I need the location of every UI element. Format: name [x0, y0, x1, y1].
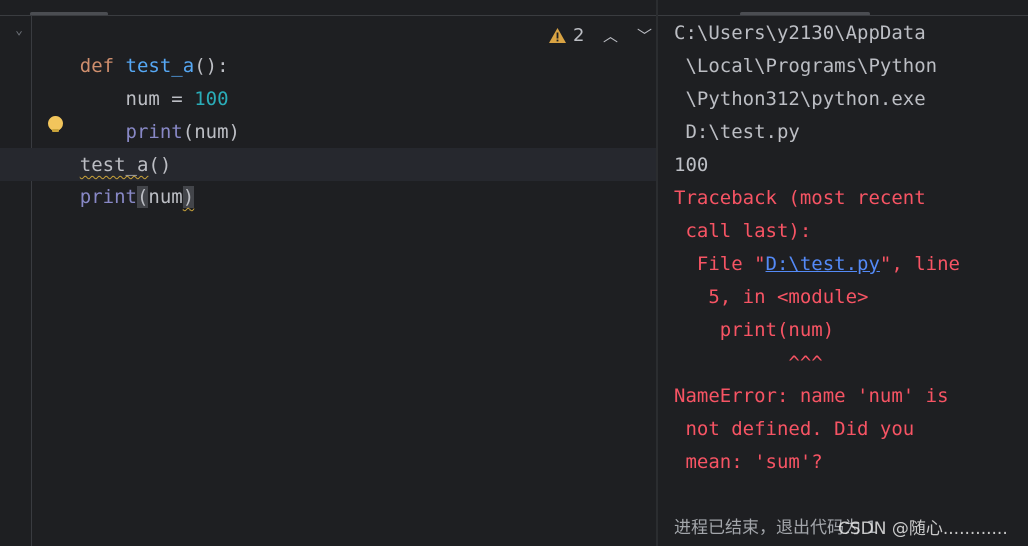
console-command-line: \Local\Programs\Python: [674, 55, 938, 77]
variable: num: [194, 121, 229, 143]
traceback-text: File ": [674, 253, 766, 275]
error-message: not defined. Did you: [674, 418, 915, 440]
console-command-line: \Python312\python.exe: [674, 88, 926, 110]
matched-paren: ): [182, 186, 195, 208]
console-output: 100: [674, 154, 709, 176]
variable: num: [148, 186, 183, 208]
chevron-down-icon[interactable]: ﹀: [636, 25, 652, 46]
lightbulb-icon[interactable]: [48, 116, 63, 132]
warning-count[interactable]: 2: [573, 25, 584, 46]
inspection-widget[interactable]: 2 ︿ ﹀: [548, 22, 652, 48]
editor-top-border: [0, 15, 656, 16]
code-punct: (: [182, 121, 195, 143]
console-command-line: D:\test.py: [674, 121, 800, 143]
code-line-5[interactable]: print(num): [34, 148, 195, 208]
chevron-up-icon[interactable]: ︿: [602, 25, 618, 46]
traceback-line: call last):: [674, 220, 812, 242]
code-editor[interactable]: ⌄ def test_a(): num = 100 print(num) tes…: [0, 0, 656, 546]
code-line-1[interactable]: def test_a():: [34, 17, 229, 77]
console-top-border: [658, 15, 1028, 16]
gutter-separator: [31, 16, 32, 546]
traceback-caret-line: ^^^: [674, 352, 823, 374]
fold-chevron-icon[interactable]: ⌄: [12, 24, 26, 38]
code-line-2[interactable]: num = 100: [34, 50, 229, 110]
traceback-line: 5, in <module>: [674, 286, 869, 308]
matched-paren: (: [136, 186, 149, 208]
code-line-3[interactable]: print(num): [34, 83, 240, 143]
error-message: NameError: name 'num' is: [674, 385, 949, 407]
warning-triangle-icon[interactable]: [548, 27, 567, 44]
console-command-line: C:\Users\y2130\AppData: [674, 22, 926, 44]
file-link[interactable]: D:\test.py: [766, 253, 880, 275]
traceback-line: print(num): [674, 319, 835, 341]
run-console[interactable]: C:\Users\y2130\AppData \Local\Programs\P…: [658, 0, 1028, 546]
traceback-line: Traceback (most recent: [674, 187, 926, 209]
traceback-file-line: File "D:\test.py", line: [674, 248, 960, 281]
code-punct: ): [228, 121, 240, 143]
traceback-text: ", line: [879, 253, 960, 275]
builtin-print: print: [79, 186, 137, 208]
error-message: mean: 'sum'?: [674, 451, 823, 473]
watermark: CSDN @随心............: [838, 519, 1008, 539]
